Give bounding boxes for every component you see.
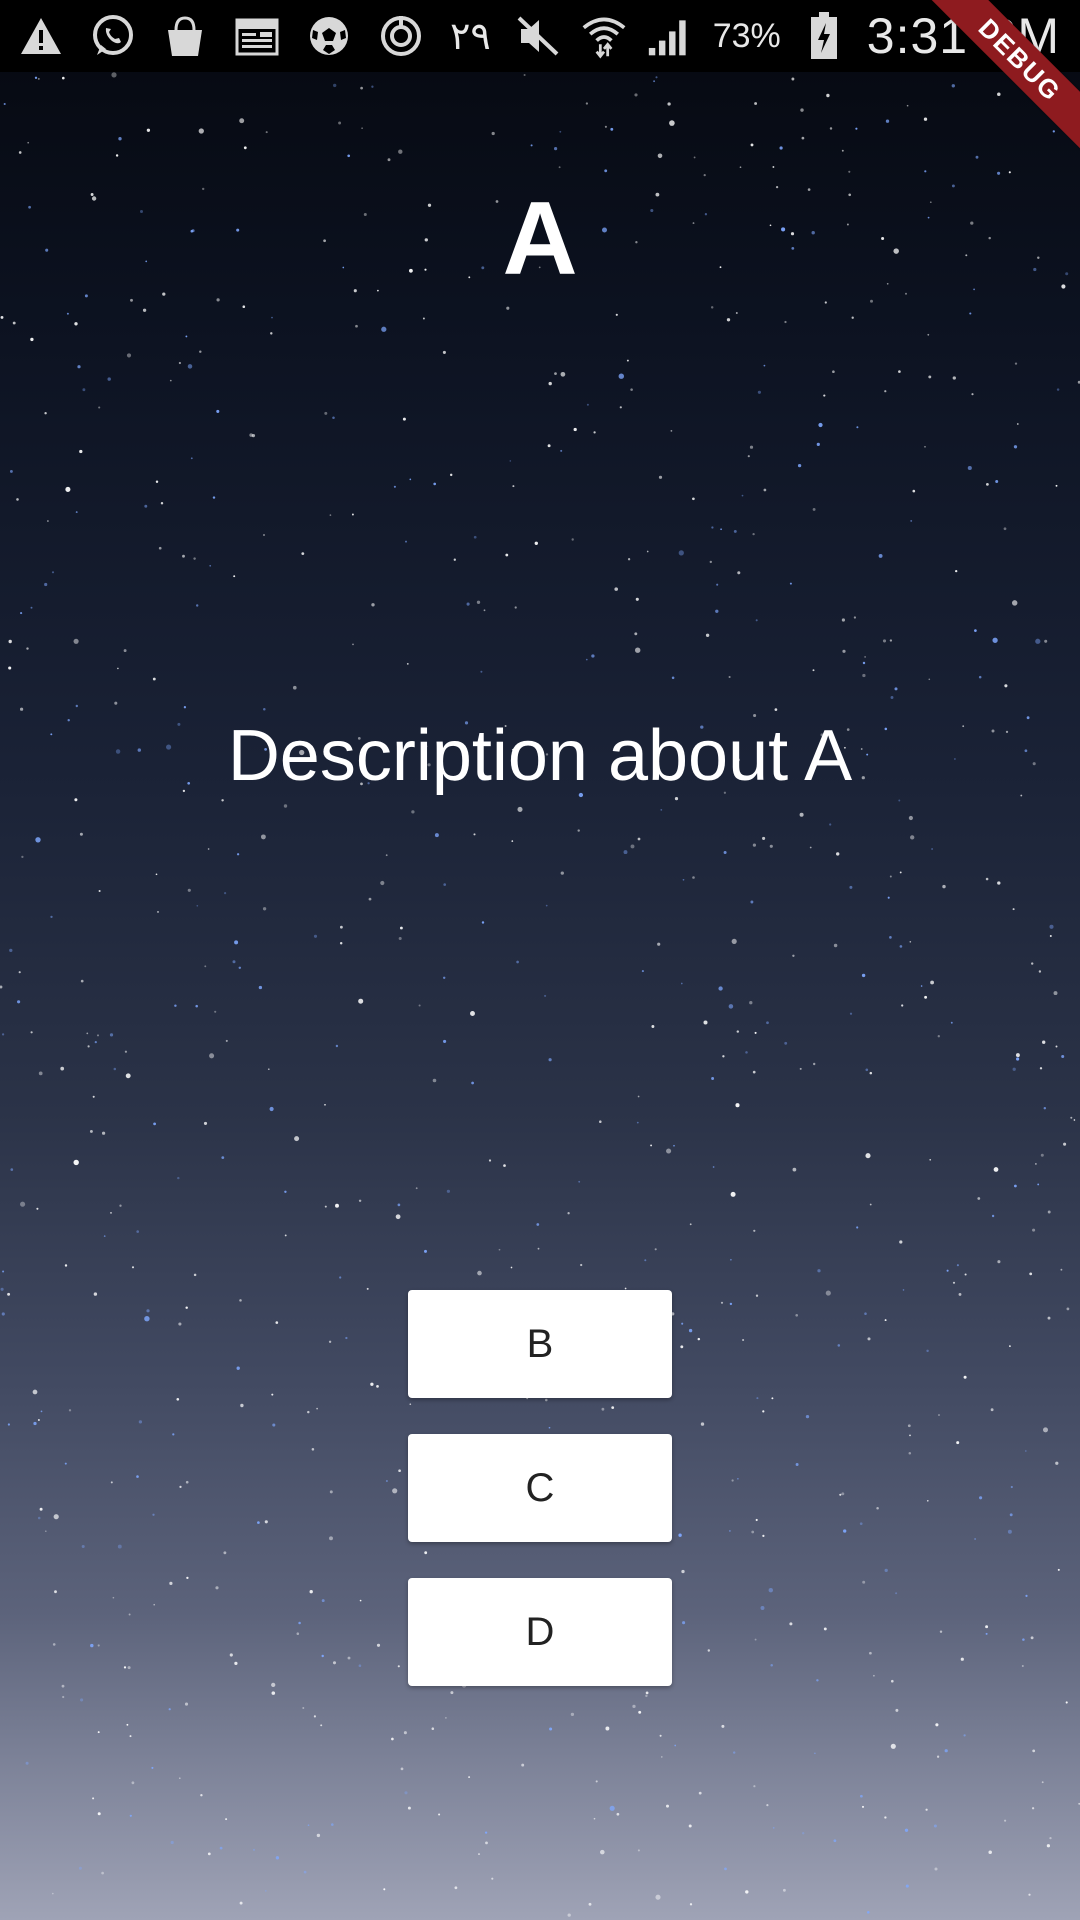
power-ring-icon [378, 13, 424, 59]
status-bar: ٢٩ 73% 3:31 PM [0, 0, 1080, 72]
calendar-icon [234, 13, 280, 59]
app-screen: ٢٩ 73% 3:31 PM DEBUG A Description about… [0, 0, 1080, 1920]
choice-d-button[interactable]: D [408, 1578, 672, 1686]
signal-icon [647, 13, 693, 59]
wifi-icon [581, 13, 627, 59]
whatsapp-icon [90, 13, 136, 59]
shopping-bag-icon [162, 13, 208, 59]
choice-b-button[interactable]: B [408, 1290, 672, 1398]
warning-icon [18, 13, 64, 59]
page-title: A [502, 181, 578, 297]
status-date: ٢٩ [450, 14, 491, 58]
battery-percentage: 73% [712, 16, 781, 55]
description-text: Description about A [227, 716, 853, 796]
soccer-ball-icon [306, 13, 352, 59]
choice-c-button[interactable]: C [408, 1434, 672, 1542]
battery-charging-icon [801, 12, 847, 59]
mute-icon [515, 13, 561, 59]
